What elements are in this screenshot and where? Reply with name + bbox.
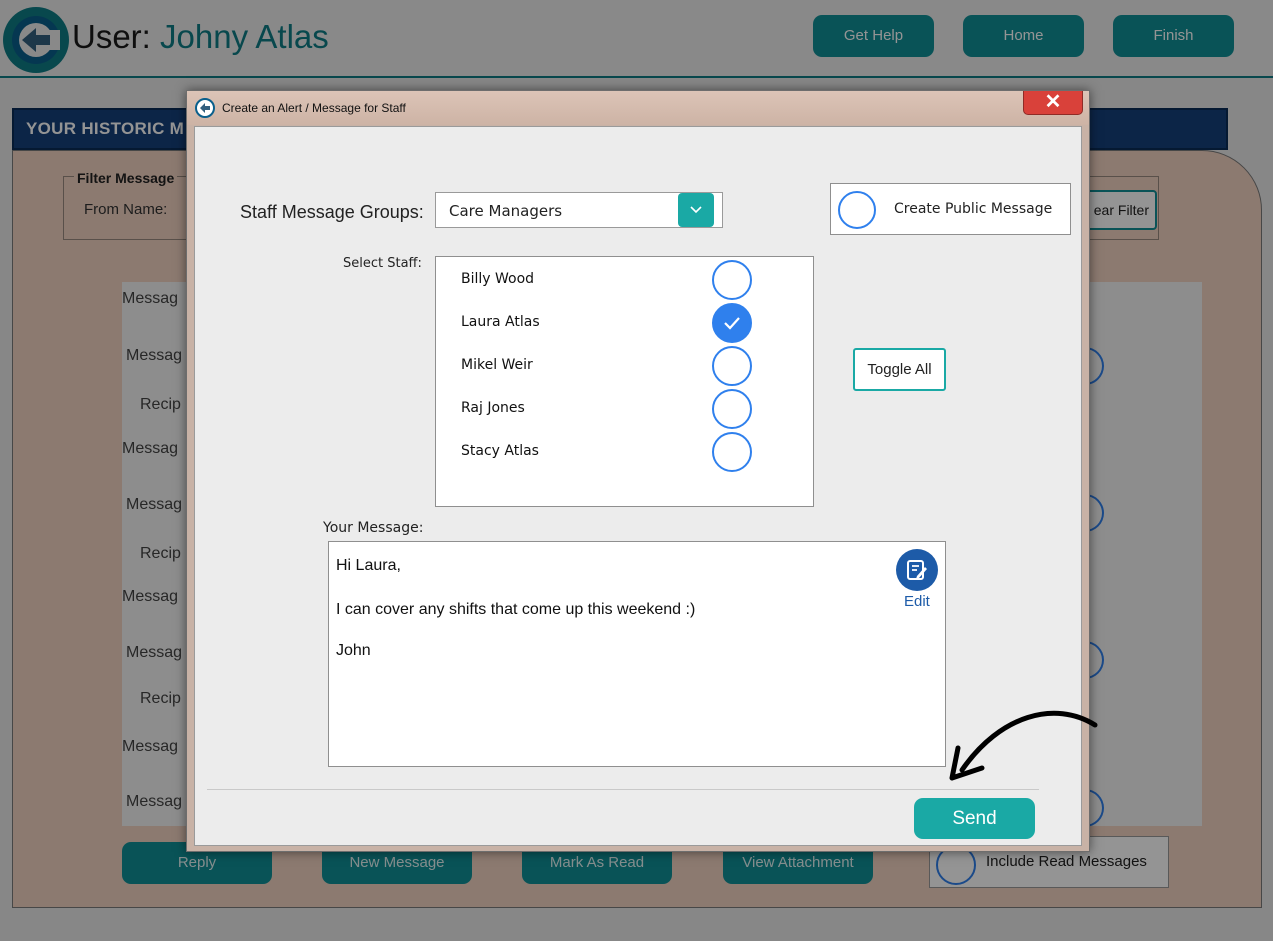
staff-checkbox[interactable]: [712, 432, 752, 472]
staff-groups-label: Staff Message Groups:: [240, 202, 424, 222]
staff-name: Stacy Atlas: [461, 443, 539, 459]
select-staff-label: Select Staff:: [343, 256, 422, 271]
public-message-checkbox[interactable]: [838, 191, 876, 229]
message-line: I can cover any shifts that come up this…: [336, 601, 696, 618]
staff-checkbox[interactable]: [712, 389, 752, 429]
edit-note-glyph: [907, 560, 927, 580]
staff-row[interactable]: Laura Atlas: [436, 300, 813, 344]
staff-row[interactable]: Mikel Weir: [436, 343, 813, 387]
dialog-title: Create an Alert / Message for Staff: [222, 101, 406, 115]
dropdown-button[interactable]: [678, 193, 714, 227]
toggle-all-button[interactable]: Toggle All: [853, 348, 946, 391]
create-public-message-toggle[interactable]: Create Public Message: [830, 183, 1071, 235]
checkmark-icon: [724, 317, 740, 330]
staff-name: Mikel Weir: [461, 357, 533, 373]
dialog-app-icon: [195, 98, 215, 118]
staff-name: Billy Wood: [461, 271, 535, 287]
send-button[interactable]: Send: [914, 798, 1035, 839]
curved-arrow-icon: [949, 710, 1098, 781]
staff-list: Billy Wood Laura Atlas Mikel Weir Raj Jo…: [435, 256, 814, 507]
staff-groups-value: Care Managers: [449, 202, 563, 220]
staff-checkbox[interactable]: [712, 346, 752, 386]
staff-name: Laura Atlas: [461, 314, 540, 330]
staff-checkbox[interactable]: [712, 260, 752, 300]
chevron-down-icon: [690, 206, 702, 214]
close-button[interactable]: ✕: [1023, 91, 1083, 115]
dialog-titlebar[interactable]: Create an Alert / Message for Staff ✕: [187, 91, 1089, 125]
your-message-label: Your Message:: [323, 520, 424, 536]
staff-row[interactable]: Billy Wood: [436, 257, 813, 301]
staff-row[interactable]: Raj Jones: [436, 386, 813, 430]
edit-label[interactable]: Edit: [904, 593, 930, 610]
message-textarea[interactable]: Hi Laura, I can cover any shifts that co…: [328, 541, 946, 767]
divider: [207, 789, 1039, 790]
staff-row[interactable]: Stacy Atlas: [436, 429, 813, 473]
public-message-label: Create Public Message: [894, 201, 1053, 217]
message-line: John: [336, 642, 371, 659]
staff-name: Raj Jones: [461, 400, 525, 416]
edit-note-icon[interactable]: [896, 549, 938, 591]
message-line: Hi Laura,: [336, 557, 401, 574]
staff-groups-select[interactable]: Care Managers: [435, 192, 723, 228]
staff-checkbox-checked[interactable]: [712, 303, 752, 343]
